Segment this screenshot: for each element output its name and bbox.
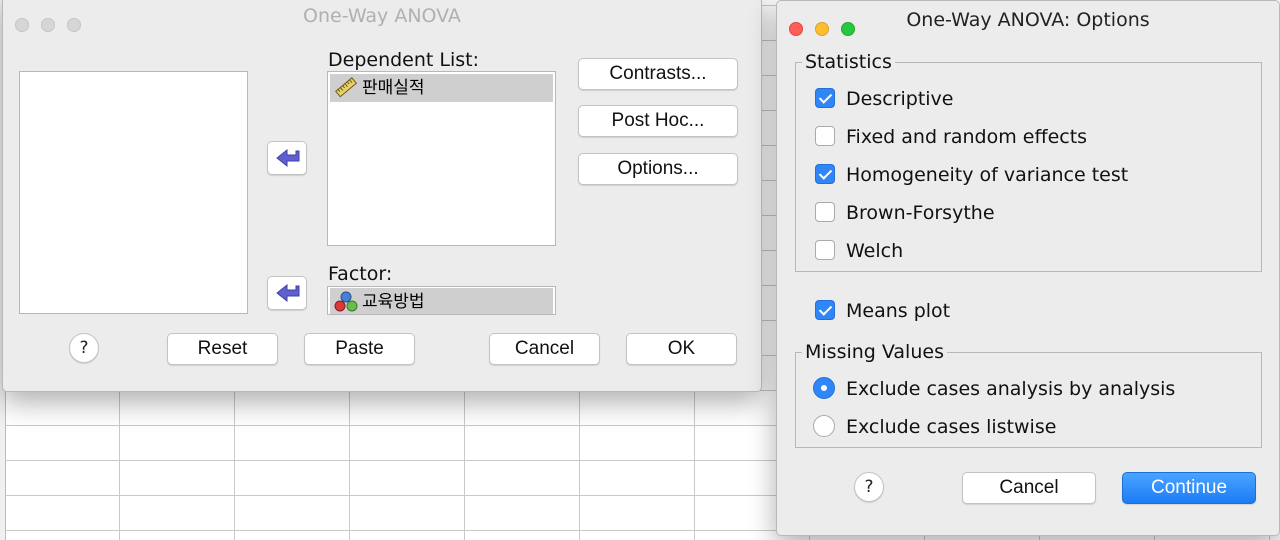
close-window-button[interactable] [789, 22, 803, 36]
missing-values-group-title: Missing Values [802, 341, 947, 363]
dependent-list-item[interactable]: 판매실적 [330, 74, 553, 102]
factor-field[interactable]: 교육방법 [327, 286, 556, 315]
exclude-analysis-by-analysis-radio[interactable] [813, 377, 835, 399]
descriptive-checkbox[interactable] [815, 88, 835, 108]
close-window-button[interactable] [15, 18, 29, 32]
window-controls [789, 13, 861, 47]
dependent-list-label: Dependent List: [328, 49, 480, 71]
window-controls [15, 9, 87, 43]
dependent-variable-name: 판매실적 [362, 78, 425, 98]
factor-label: Factor: [328, 263, 393, 285]
one-way-anova-dialog: One-Way ANOVA Dependent List: 판매실적 Facto… [2, 0, 762, 392]
continue-button[interactable]: Continue [1122, 472, 1256, 504]
reset-button[interactable]: Reset [167, 333, 278, 365]
minimize-window-button[interactable] [815, 22, 830, 36]
welch-checkbox[interactable] [815, 240, 835, 260]
exclude-listwise-radio[interactable] [813, 415, 835, 437]
move-to-dependent-button[interactable] [267, 141, 307, 175]
scale-ruler-icon [335, 77, 358, 98]
window-title: One-Way ANOVA: Options [906, 9, 1150, 31]
move-arrow-icon [276, 148, 300, 168]
move-arrow-icon [276, 283, 300, 303]
dependent-list[interactable]: 판매실적 [327, 71, 556, 246]
anova-options-dialog: One-Way ANOVA: Options Statistics Descri… [776, 0, 1280, 536]
help-button[interactable]: ? [69, 333, 99, 363]
move-to-factor-button[interactable] [267, 276, 307, 310]
means-plot-checkbox[interactable] [815, 300, 835, 320]
factor-item[interactable]: 교육방법 [330, 288, 553, 314]
zoom-window-button[interactable] [67, 18, 82, 32]
source-variable-list[interactable] [19, 71, 248, 314]
cancel-button[interactable]: Cancel [489, 333, 600, 365]
contrasts-button[interactable]: Contrasts... [578, 58, 738, 90]
statistics-group-title: Statistics [802, 51, 895, 73]
help-button[interactable]: ? [854, 472, 884, 502]
ok-button[interactable]: OK [626, 333, 737, 365]
paste-button[interactable]: Paste [304, 333, 415, 365]
options-button[interactable]: Options... [578, 153, 738, 185]
cancel-button[interactable]: Cancel [962, 472, 1096, 504]
nominal-balls-icon [334, 291, 358, 312]
title-bar: One-Way ANOVA: Options [777, 3, 1279, 37]
post-hoc-button[interactable]: Post Hoc... [578, 105, 738, 137]
zoom-window-button[interactable] [841, 22, 856, 36]
brown-forsythe-checkbox[interactable] [815, 202, 835, 222]
title-bar: One-Way ANOVA [3, 0, 761, 33]
factor-variable-name: 교육방법 [362, 292, 425, 312]
fixed-random-effects-checkbox[interactable] [815, 126, 835, 146]
minimize-window-button[interactable] [41, 18, 56, 32]
window-title: One-Way ANOVA [303, 5, 461, 27]
homogeneity-test-checkbox[interactable] [815, 164, 835, 184]
